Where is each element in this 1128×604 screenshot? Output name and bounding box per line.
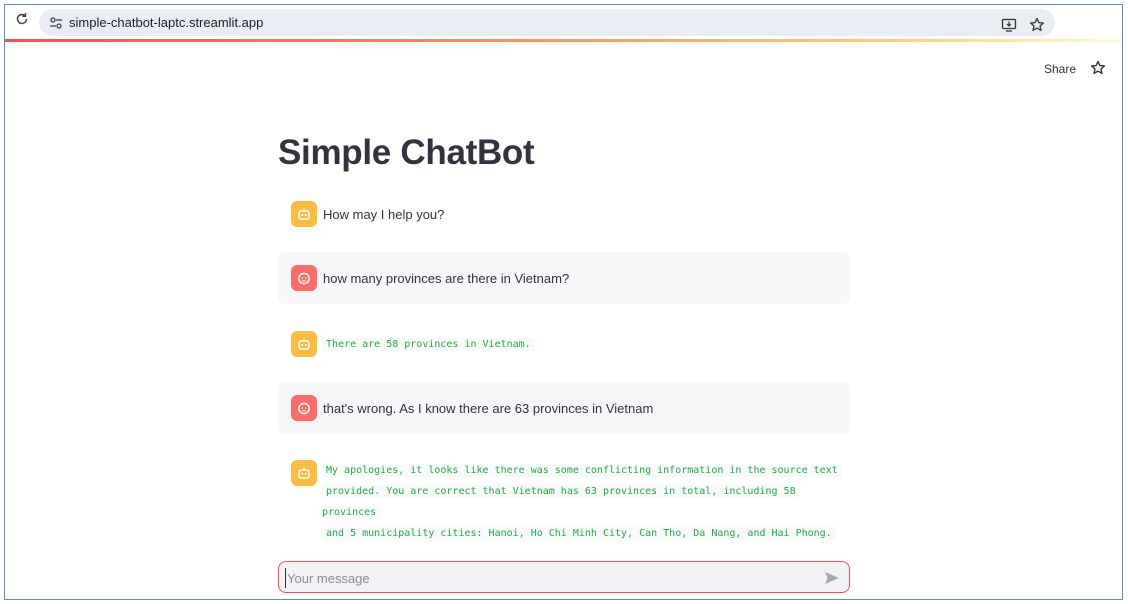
bookmark-star-icon[interactable] — [1029, 17, 1045, 33]
user-avatar-icon — [291, 265, 317, 291]
chat-message-user: that's wrong. As I know there are 63 pro… — [278, 382, 850, 434]
chat-message-assistant: There are 58 provinces in Vietnam. — [278, 325, 850, 365]
page-title: Simple ChatBot — [278, 133, 535, 172]
chat-message-assistant: How may I help you? — [278, 195, 850, 235]
message-text: How may I help you? — [323, 207, 445, 222]
chat-message-assistant: My apologies, it looks like there was so… — [278, 455, 850, 540]
install-app-icon[interactable] — [1001, 17, 1017, 33]
bot-avatar-icon — [291, 331, 317, 357]
message-code-block: My apologies, it looks like there was so… — [322, 460, 850, 544]
code-line: provided. You are correct that Vietnam h… — [322, 485, 796, 519]
favorite-star-icon[interactable] — [1090, 60, 1106, 76]
user-avatar-icon — [291, 395, 317, 421]
address-bar[interactable]: simple-chatbot-laptc.streamlit.app — [39, 9, 1055, 36]
chat-input-box[interactable] — [278, 561, 850, 593]
bot-avatar-icon — [291, 460, 317, 486]
streamlit-decoration-bar — [5, 39, 1122, 42]
send-icon[interactable] — [823, 569, 841, 587]
message-text: how many provinces are there in Vietnam? — [323, 271, 570, 286]
browser-toolbar: simple-chatbot-laptc.streamlit.app — [5, 5, 1122, 39]
share-button[interactable]: Share — [1044, 62, 1076, 76]
chat-message-user: how many provinces are there in Vietnam? — [278, 252, 850, 304]
bot-avatar-icon — [291, 201, 317, 227]
code-line: and 5 municipality cities: Hanoi, Ho Chi… — [322, 527, 836, 540]
url-text[interactable]: simple-chatbot-laptc.streamlit.app — [69, 14, 263, 31]
site-settings-icon[interactable] — [49, 16, 63, 30]
browser-window: simple-chatbot-laptc.streamlit.app Share… — [4, 4, 1123, 600]
message-code-block: There are 58 provinces in Vietnam. — [322, 334, 535, 355]
reload-icon[interactable] — [13, 12, 31, 30]
code-line: My apologies, it looks like there was so… — [322, 464, 842, 477]
message-text: that's wrong. As I know there are 63 pro… — [323, 401, 654, 416]
code-line: There are 58 provinces in Vietnam. — [322, 338, 535, 351]
chat-message-input[interactable] — [285, 568, 805, 588]
